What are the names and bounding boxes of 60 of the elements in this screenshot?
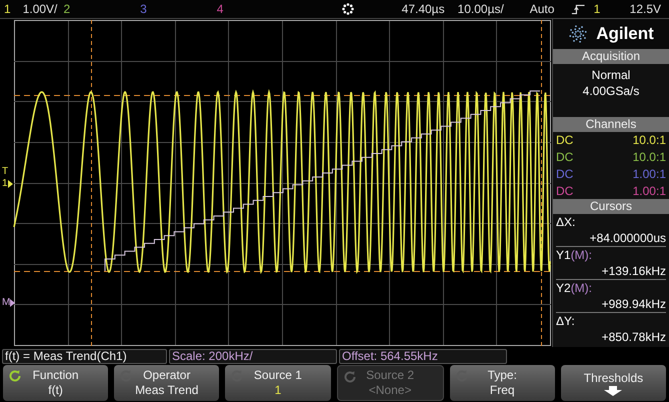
channels-header: Channels xyxy=(553,117,669,132)
softkey-value: Freq xyxy=(490,383,515,398)
softkey-value: f(t) xyxy=(48,383,63,398)
channel-coupling: DC xyxy=(556,184,574,197)
channel-number[interactable]: 3 xyxy=(140,3,147,15)
edge-trigger-icon xyxy=(571,4,586,14)
channel-number[interactable]: 2 xyxy=(64,3,70,15)
info-field: f(t) = Meas Trend(Ch1) xyxy=(2,348,167,364)
cursor-source: (M): xyxy=(570,280,592,296)
probe-ratio: 10.0:1 xyxy=(632,134,666,146)
cursor-label: Y1 xyxy=(556,247,571,263)
probe-ratio: 1.00:1 xyxy=(632,168,666,180)
channel-coupling: DC xyxy=(556,168,574,180)
marker-arrow-icon xyxy=(10,299,16,307)
cursor-value: +989.94kHz xyxy=(602,296,666,312)
softkey[interactable]: Type: Freq xyxy=(450,365,555,401)
info-field: Scale: 200kHz/ xyxy=(169,348,337,364)
timebase: 10.00µs/ xyxy=(458,3,505,15)
run-status-icon xyxy=(342,3,354,15)
softkey-value: Meas Trend xyxy=(135,383,198,398)
starburst-logo-icon xyxy=(568,24,588,44)
softkey[interactable]: Source 1 1 xyxy=(225,365,331,401)
info-field: Offset: 564.55kHz xyxy=(339,348,507,364)
softkey[interactable]: Operator Meas Trend xyxy=(114,365,220,401)
probe-ratio: 1.00:1 xyxy=(632,184,666,197)
trigger-source: 1 xyxy=(594,3,602,15)
brand-name: Agilent xyxy=(596,23,654,46)
acquisition-mode: Normal xyxy=(592,67,630,83)
cursor-value: +139.16kHz xyxy=(602,263,666,279)
channel-coupling: DC xyxy=(556,134,574,146)
cursor-source: (M): xyxy=(570,247,592,263)
sample-rate: 4.00GSa/s xyxy=(582,83,640,99)
cursor-value: +850.78kHz xyxy=(602,329,666,345)
cursor-value: +84.000000us xyxy=(590,230,666,246)
marker-label[interactable]: 1 xyxy=(2,179,8,189)
marker-arrow-icon xyxy=(8,180,13,188)
channel-number[interactable]: 4 xyxy=(216,3,224,15)
cursor-label: Y2 xyxy=(556,280,571,296)
softkey[interactable]: Function f(t) xyxy=(3,365,108,401)
cursor-line[interactable] xyxy=(14,95,550,96)
softkey-value: <None> xyxy=(368,383,412,398)
channel-scale: 1.00V/ xyxy=(22,3,58,15)
trigger-level: 12.5V xyxy=(630,3,662,15)
cursors-header: Cursors xyxy=(553,199,669,214)
down-arrow-icon xyxy=(604,386,622,396)
cursor-line[interactable] xyxy=(541,20,542,346)
marker-label[interactable]: T xyxy=(2,167,8,177)
cursor-line[interactable] xyxy=(91,20,92,346)
channel-coupling: DC xyxy=(556,151,574,164)
marker-label[interactable]: M xyxy=(2,298,10,308)
cursor-line[interactable] xyxy=(14,271,550,272)
softkey-value: 1 xyxy=(274,383,282,398)
acquisition-header: Acquisition xyxy=(553,49,669,64)
channel-number[interactable]: 1 xyxy=(4,3,11,15)
cursor-label: ΔX: xyxy=(556,214,576,230)
cursor-label: ΔY: xyxy=(556,313,575,329)
trigger-mode: Auto xyxy=(530,3,556,15)
softkey[interactable]: Thresholds xyxy=(560,365,666,401)
time-reference: 47.40µs xyxy=(402,3,446,15)
probe-ratio: 10.0:1 xyxy=(632,151,666,164)
